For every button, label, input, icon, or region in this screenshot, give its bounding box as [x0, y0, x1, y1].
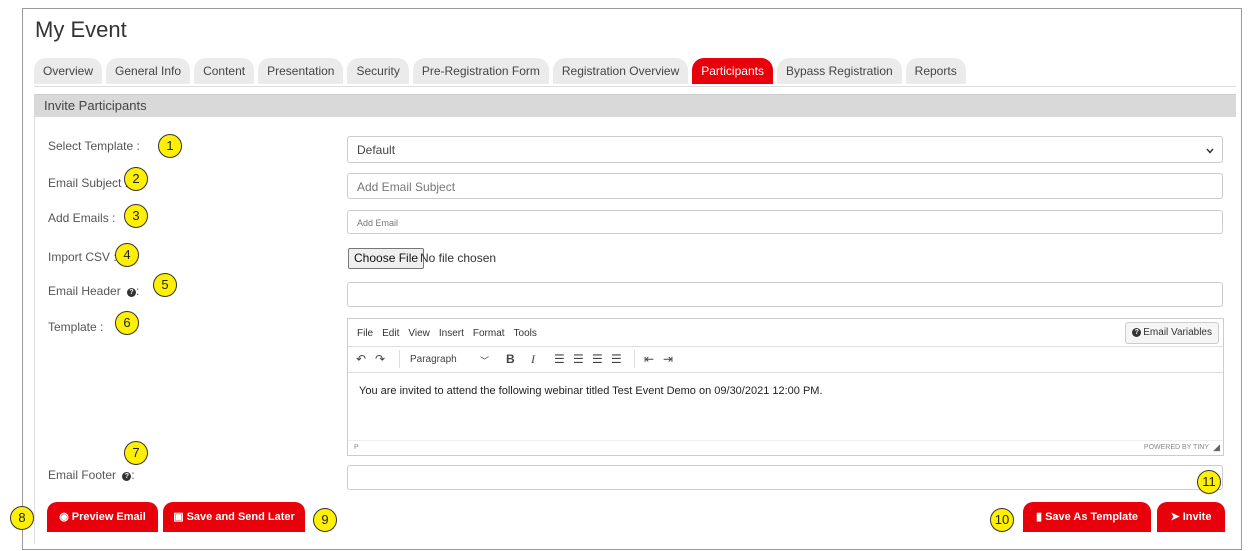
- email-footer-input[interactable]: [347, 465, 1223, 490]
- question-circle-icon: ?: [1132, 328, 1142, 337]
- no-file-chosen-text: No file chosen: [420, 251, 497, 265]
- email-footer-label: Email Footer ?:: [48, 468, 135, 482]
- email-variables-label: Email Variables: [1143, 327, 1212, 338]
- save-and-send-later-label: Save and Send Later: [186, 511, 295, 523]
- invite-button[interactable]: ➤ Invite: [1157, 502, 1225, 532]
- bold-icon[interactable]: B: [506, 352, 515, 366]
- preview-email-label: Preview Email: [71, 511, 146, 523]
- annotation-badge-10: 10: [990, 508, 1014, 532]
- tab-bypass-registration[interactable]: Bypass Registration: [776, 58, 902, 84]
- menu-view[interactable]: View: [408, 328, 430, 339]
- email-header-label: Email Header ?:: [48, 284, 139, 298]
- select-template-label: Select Template :: [48, 139, 140, 153]
- tab-reports[interactable]: Reports: [905, 58, 966, 84]
- email-footer-label-text: Email Footer: [48, 468, 117, 482]
- tab-divider: [34, 86, 1236, 87]
- tab-content[interactable]: Content: [194, 58, 255, 84]
- email-header-colon: :: [136, 284, 140, 298]
- undo-icon[interactable]: ↶: [356, 352, 366, 366]
- editor-toolbar: ↶ ↷ Paragraph ﹀ B I ☰ ☰ ☰ ☰ ⇤ ⇥: [348, 346, 1223, 373]
- file-icon: ▮: [1036, 511, 1043, 523]
- menu-insert[interactable]: Insert: [439, 328, 464, 339]
- tab-overview[interactable]: Overview: [34, 58, 103, 84]
- save-icon: ▣: [173, 511, 184, 523]
- choose-file-button[interactable]: Choose File: [348, 248, 425, 269]
- editor-statusbar: P POWERED BY TINY ◢: [348, 440, 1223, 455]
- block-format-select[interactable]: Paragraph: [410, 354, 457, 365]
- chevron-down-icon[interactable]: ﹀: [480, 354, 489, 367]
- preview-email-button[interactable]: ◉ Preview Email: [47, 502, 158, 532]
- add-email-input[interactable]: Add Email: [347, 210, 1223, 234]
- editor-body-text[interactable]: You are invited to attend the following …: [359, 385, 823, 397]
- menu-edit[interactable]: Edit: [382, 328, 399, 339]
- menu-tools[interactable]: Tools: [514, 328, 537, 339]
- element-path[interactable]: P: [354, 444, 359, 451]
- outdent-icon[interactable]: ⇤: [644, 352, 654, 366]
- resize-handle-icon[interactable]: ◢: [1213, 442, 1220, 453]
- annotation-badge-9: 9: [313, 508, 337, 532]
- invite-label: Invite: [1182, 511, 1212, 523]
- question-circle-icon[interactable]: ?: [127, 288, 137, 297]
- save-and-send-later-button[interactable]: ▣ Save and Send Later: [163, 502, 305, 532]
- tab-registration-overview[interactable]: Registration Overview: [552, 58, 689, 84]
- save-as-template-button[interactable]: ▮ Save As Template: [1023, 502, 1151, 532]
- section-header: Invite Participants: [34, 94, 1236, 117]
- save-as-template-label: Save As Template: [1045, 511, 1138, 523]
- editor-menubar: File Edit View Insert Format Tools: [357, 328, 537, 339]
- align-left-icon[interactable]: ☰: [554, 352, 565, 366]
- eye-icon: ◉: [59, 511, 69, 523]
- section-title: Invite Participants: [44, 98, 147, 113]
- tab-presentation[interactable]: Presentation: [258, 58, 344, 84]
- annotation-badge-5: 5: [153, 273, 177, 297]
- align-right-icon[interactable]: ☰: [592, 352, 603, 366]
- import-csv-label: Import CSV :: [48, 250, 117, 264]
- tab-general-info[interactable]: General Info: [106, 58, 191, 84]
- align-justify-icon[interactable]: ☰: [611, 352, 622, 366]
- align-center-icon[interactable]: ☰: [573, 352, 584, 366]
- section-border: [34, 116, 35, 544]
- add-emails-label: Add Emails :: [48, 211, 116, 225]
- powered-by-tiny[interactable]: POWERED BY TINY: [1144, 444, 1209, 451]
- tab-pre-registration-form[interactable]: Pre-Registration Form: [412, 58, 549, 84]
- annotation-badge-4: 4: [115, 243, 139, 267]
- email-header-input[interactable]: [347, 282, 1223, 307]
- template-select-value: Default: [357, 143, 396, 157]
- email-variables-button[interactable]: ? Email Variables: [1125, 322, 1219, 344]
- annotation-badge-6: 6: [115, 311, 139, 335]
- annotation-badge-8: 8: [10, 506, 34, 530]
- indent-icon[interactable]: ⇥: [663, 352, 673, 366]
- page-title: My Event: [35, 17, 127, 42]
- annotation-badge-2: 2: [124, 167, 148, 191]
- menu-file[interactable]: File: [357, 328, 373, 339]
- italic-icon[interactable]: I: [531, 352, 535, 367]
- annotation-badge-3: 3: [124, 204, 148, 228]
- template-label: Template :: [48, 320, 104, 334]
- tab-bar: Overview General Info Content Presentati…: [34, 58, 966, 86]
- toolbar-separator: [634, 350, 635, 368]
- annotation-badge-1: 1: [158, 134, 182, 158]
- template-select[interactable]: Default: [347, 136, 1223, 163]
- email-subject-input[interactable]: Add Email Subject: [347, 173, 1223, 199]
- menu-format[interactable]: Format: [473, 328, 505, 339]
- redo-icon[interactable]: ↷: [375, 352, 385, 366]
- email-subject-label: Email Subject :: [48, 176, 129, 190]
- template-editor[interactable]: File Edit View Insert Format Tools ? Emai…: [347, 318, 1224, 456]
- email-footer-colon: :: [131, 468, 135, 482]
- email-header-label-text: Email Header: [48, 284, 121, 298]
- chevron-down-icon: [1206, 148, 1214, 154]
- annotation-badge-7: 7: [124, 441, 148, 465]
- annotation-badge-11: 11: [1197, 470, 1221, 494]
- tab-security[interactable]: Security: [347, 58, 409, 84]
- toolbar-separator: [399, 350, 400, 368]
- paper-plane-icon: ➤: [1170, 511, 1180, 523]
- tab-participants[interactable]: Participants: [692, 58, 773, 84]
